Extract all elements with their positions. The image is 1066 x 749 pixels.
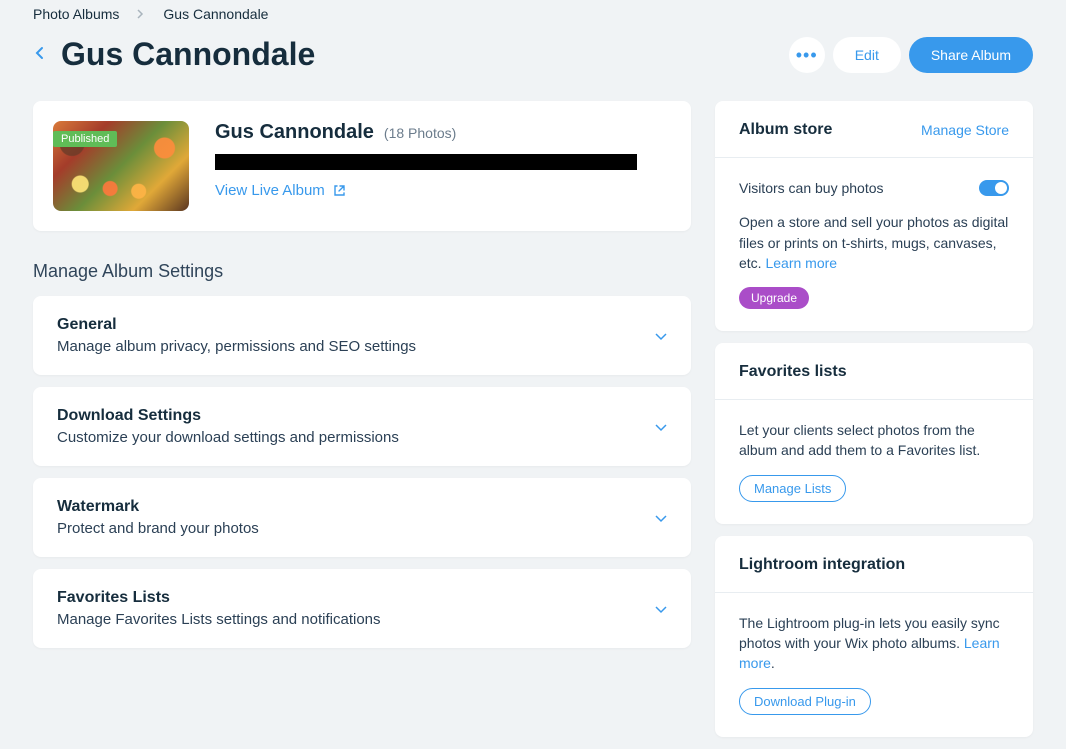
breadcrumb-root[interactable]: Photo Albums: [33, 6, 119, 22]
lightroom-period: .: [771, 655, 775, 671]
chevron-down-icon: [655, 601, 667, 617]
album-name: Gus Cannondale: [215, 121, 374, 144]
external-link-icon: [333, 184, 346, 197]
settings-row-title: Watermark: [57, 498, 259, 516]
settings-row-download[interactable]: Download Settings Customize your downloa…: [33, 387, 691, 466]
favorites-description: Let your clients select photos from the …: [739, 420, 1009, 461]
lightroom-description: The Lightroom plug-in lets you easily sy…: [739, 615, 1000, 651]
settings-row-title: Download Settings: [57, 407, 399, 425]
share-album-button[interactable]: Share Album: [909, 37, 1033, 73]
settings-row-desc: Manage album privacy, permissions and SE…: [57, 338, 416, 355]
settings-row-watermark[interactable]: Watermark Protect and brand your photos: [33, 478, 691, 557]
photo-count: (18 Photos): [384, 125, 456, 141]
chevron-right-icon: [137, 6, 145, 22]
redacted-url: [215, 154, 637, 170]
view-live-album-label: View Live Album: [215, 182, 325, 199]
breadcrumb-current: Gus Cannondale: [163, 6, 268, 22]
favorites-title: Favorites lists: [739, 363, 847, 381]
more-actions-button[interactable]: •••: [789, 37, 825, 73]
settings-row-desc: Protect and brand your photos: [57, 520, 259, 537]
album-summary-card: Published Gus Cannondale (18 Photos) Vie…: [33, 101, 691, 231]
settings-row-title: Favorites Lists: [57, 589, 381, 607]
album-store-card: Album store Manage Store Visitors can bu…: [715, 101, 1033, 331]
store-toggle[interactable]: [979, 180, 1009, 196]
chevron-down-icon: [655, 419, 667, 435]
favorites-card: Favorites lists Let your clients select …: [715, 343, 1033, 524]
download-plugin-button[interactable]: Download Plug-in: [739, 688, 871, 715]
settings-row-general[interactable]: General Manage album privacy, permission…: [33, 296, 691, 375]
lightroom-card: Lightroom integration The Lightroom plug…: [715, 536, 1033, 737]
page-title: Gus Cannondale: [61, 36, 315, 73]
back-arrow-icon[interactable]: [33, 46, 47, 63]
breadcrumb: Photo Albums Gus Cannondale: [33, 0, 1033, 22]
chevron-down-icon: [655, 328, 667, 344]
album-store-title: Album store: [739, 121, 832, 139]
edit-button[interactable]: Edit: [833, 37, 901, 73]
settings-heading: Manage Album Settings: [33, 261, 691, 282]
settings-row-desc: Manage Favorites Lists settings and noti…: [57, 611, 381, 628]
chevron-down-icon: [655, 510, 667, 526]
settings-row-desc: Customize your download settings and per…: [57, 429, 399, 446]
status-badge: Published: [53, 131, 117, 147]
store-learn-more-link[interactable]: Learn more: [765, 255, 837, 271]
lightroom-title: Lightroom integration: [739, 556, 905, 574]
view-live-album-link[interactable]: View Live Album: [215, 182, 346, 199]
album-thumbnail: Published: [53, 121, 189, 211]
manage-lists-button[interactable]: Manage Lists: [739, 475, 846, 502]
settings-row-title: General: [57, 316, 416, 334]
store-toggle-label: Visitors can buy photos: [739, 178, 884, 198]
manage-store-link[interactable]: Manage Store: [921, 122, 1009, 138]
upgrade-button[interactable]: Upgrade: [739, 287, 809, 309]
settings-row-favorites[interactable]: Favorites Lists Manage Favorites Lists s…: [33, 569, 691, 648]
